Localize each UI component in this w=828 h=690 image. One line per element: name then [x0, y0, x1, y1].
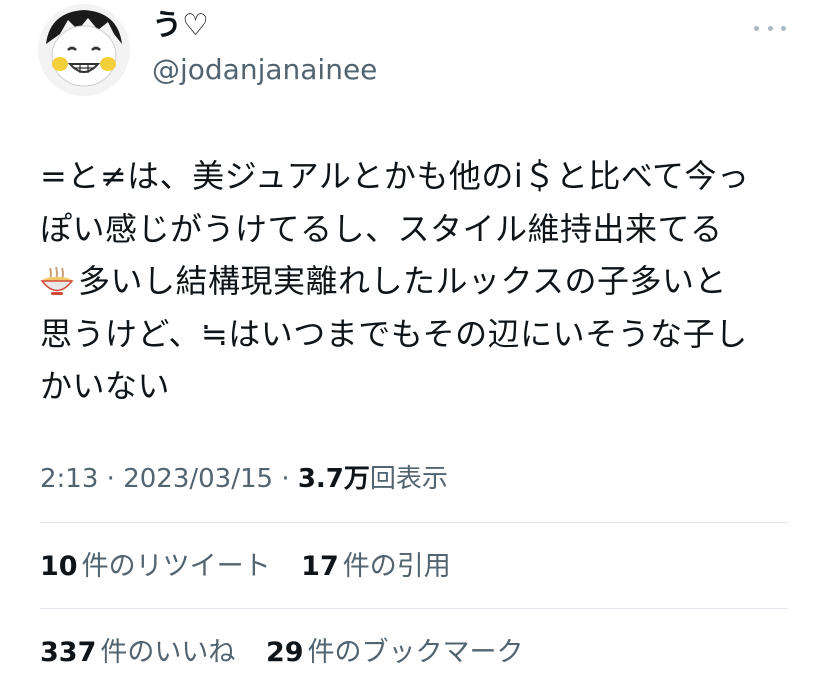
tweet-text: =と≠は、美ジュアルとかも他のi＄と比べて今っ ぽい感じがうけてるし、スタイル維… [40, 150, 800, 413]
tweet-date[interactable]: 2023/03/15 [123, 464, 273, 494]
meta-separator: · [106, 464, 115, 494]
likes-label: 件のいいね [100, 637, 236, 668]
tweet-line: ぽい感じがうけてるし、スタイル維持出来てる [40, 209, 723, 248]
likes-link[interactable]: 337 件のいいね [40, 634, 235, 672]
tweet-line: =と≠は、美ジュアルとかも他のi＄と比べて今っ [40, 157, 750, 195]
bookmarks-count: 29 [265, 637, 304, 668]
likes-count: 337 [40, 637, 97, 668]
retweets-count: 10 [40, 551, 78, 582]
bookmarks-link[interactable]: 29 件のブックマーク [266, 634, 524, 672]
retweets-link[interactable]: 10 件のリツイート [40, 548, 271, 586]
tweet-line: 思うけど、≒はいつまでもその辺にいそうな子し [40, 314, 748, 353]
meta-separator: · [281, 464, 290, 494]
bookmarks-label: 件のブックマーク [307, 637, 524, 668]
user-handle[interactable]: @jodanjanainee [152, 52, 377, 88]
divider [40, 608, 788, 609]
views-count: 3.7万 [297, 464, 370, 494]
more-options-icon[interactable] [750, 14, 790, 42]
retweets-label: 件のリツイート [81, 551, 271, 582]
noodle-bowl-icon [40, 266, 74, 295]
divider [40, 522, 788, 523]
tweet-line-with-emoji: 多いし結構現実離れしたルックスの子多いと [40, 255, 800, 308]
engagement-row-2: 337 件のいいね 29 件のブックマーク [40, 634, 546, 672]
views-label: 回表示 [369, 464, 448, 494]
tweet-line: かいない [40, 367, 171, 405]
more-dot [754, 25, 759, 31]
avatar-character-image [38, 4, 130, 96]
tweet-time[interactable]: 2:13 [40, 464, 98, 494]
quotes-link[interactable]: 17 件の引用 [301, 548, 451, 586]
avatar[interactable] [38, 4, 130, 96]
quotes-label: 件の引用 [342, 551, 451, 582]
more-dot [767, 25, 773, 31]
quotes-count: 17 [301, 551, 339, 582]
tweet-meta: 2:13 · 2023/03/15 · 3.7万回表示 [40, 460, 448, 498]
display-name[interactable]: う♡ [152, 8, 209, 44]
engagement-row-1: 10 件のリツイート 17 件の引用 [40, 548, 473, 586]
more-dot [781, 25, 786, 31]
tweet-line: 多いし結構現実離れしたルックスの子多いと [78, 262, 728, 300]
